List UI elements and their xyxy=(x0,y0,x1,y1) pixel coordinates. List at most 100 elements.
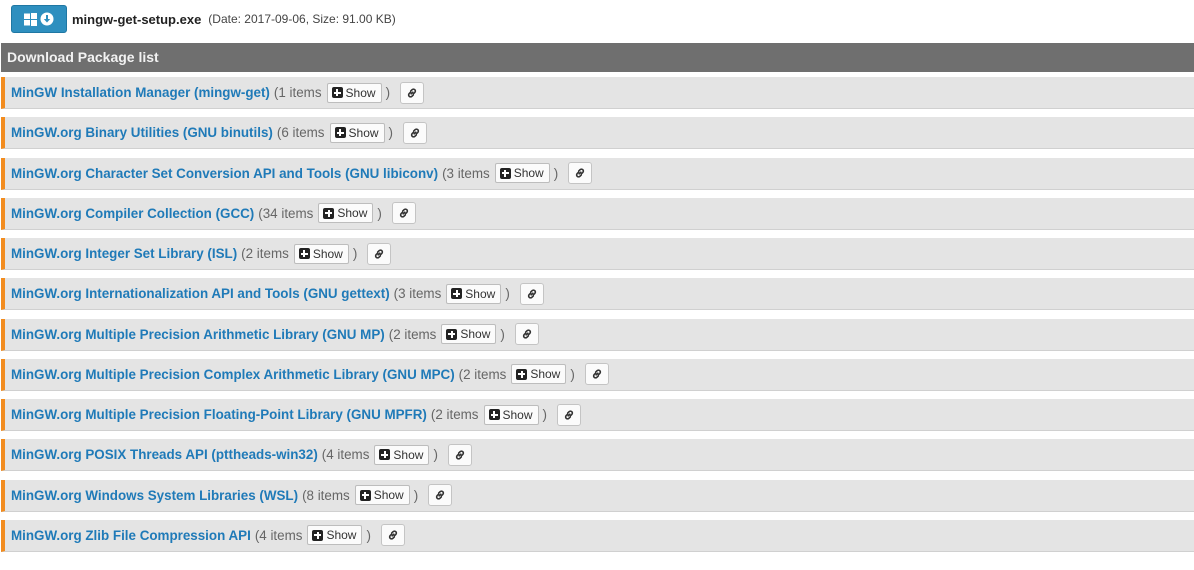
package-row: MinGW.org Integer Set Library (ISL)(2 it… xyxy=(1,238,1194,270)
show-button[interactable]: Show xyxy=(293,243,349,264)
show-label: Show xyxy=(373,488,404,502)
show-button[interactable]: Show xyxy=(318,203,374,224)
close-paren: ) xyxy=(385,85,391,100)
close-paren: ) xyxy=(366,527,371,543)
link-icon xyxy=(406,87,418,99)
show-label: Show xyxy=(513,166,544,180)
close-paren: ) xyxy=(388,125,394,141)
download-button[interactable] xyxy=(11,5,67,33)
close-paren: ) xyxy=(352,246,358,261)
package-list-header: Download Package list xyxy=(1,43,1194,72)
package-link[interactable]: MinGW Installation Manager (mingw-get) xyxy=(11,85,270,100)
close-paren: ) xyxy=(500,326,505,342)
items-count: 4 items xyxy=(326,447,370,463)
show-button[interactable]: Show xyxy=(307,525,363,546)
items-count: 6 items xyxy=(281,125,325,141)
link-icon xyxy=(591,368,603,380)
package-link[interactable]: MinGW.org Multiple Precision Complex Ari… xyxy=(11,367,455,382)
items-count: 3 items xyxy=(446,165,490,181)
link-icon xyxy=(563,409,575,421)
show-button[interactable]: Show xyxy=(446,283,502,304)
show-label: Show xyxy=(502,407,533,422)
package-link[interactable]: MinGW.org Integer Set Library (ISL) xyxy=(11,246,237,261)
package-link[interactable]: MinGW.org Character Set Conversion API a… xyxy=(11,166,438,181)
show-button[interactable]: Show xyxy=(441,324,497,344)
permalink-button[interactable] xyxy=(380,524,405,547)
permalink-button[interactable] xyxy=(400,81,425,104)
show-label: Show xyxy=(337,206,368,221)
items-count: 1 items xyxy=(278,85,322,100)
show-button[interactable]: Show xyxy=(511,364,567,385)
show-button[interactable]: Show xyxy=(354,485,410,505)
link-icon xyxy=(526,288,538,300)
items-count: 3 items xyxy=(398,286,442,302)
package-row: MinGW.org Multiple Precision Complex Ari… xyxy=(1,358,1194,391)
plus-square-icon xyxy=(446,328,458,340)
show-button[interactable]: Show xyxy=(483,404,539,425)
file-meta: (Date: 2017-09-06, Size: 91.00 KB) xyxy=(208,12,396,26)
package-row: MinGW.org Windows System Libraries (WSL)… xyxy=(1,479,1194,512)
plus-square-icon xyxy=(312,529,324,541)
show-button[interactable]: Show xyxy=(326,82,382,103)
permalink-button[interactable] xyxy=(557,403,581,426)
items-count: 4 items xyxy=(259,527,303,543)
show-button[interactable]: Show xyxy=(494,163,550,183)
items-count: 2 items xyxy=(435,407,479,422)
permalink-button[interactable] xyxy=(584,363,609,386)
close-paren: ) xyxy=(413,487,419,503)
link-icon xyxy=(373,248,385,260)
close-paren: ) xyxy=(377,205,382,221)
show-button[interactable]: Show xyxy=(374,444,430,465)
link-icon xyxy=(521,328,533,340)
package-link[interactable]: MinGW.org Compiler Collection (GCC) xyxy=(11,206,254,221)
package-list: MinGW Installation Manager (mingw-get)(1… xyxy=(1,77,1194,560)
plus-square-icon xyxy=(298,248,310,259)
plus-square-icon xyxy=(323,207,335,219)
link-icon xyxy=(387,529,399,541)
package-row: MinGW.org Binary Utilities (GNU binutils… xyxy=(1,117,1194,150)
permalink-button[interactable] xyxy=(391,202,416,225)
package-row: MinGW.org Internationalization API and T… xyxy=(1,278,1194,311)
plus-square-icon xyxy=(331,87,343,98)
show-label: Show xyxy=(345,85,376,100)
items-count: 8 items xyxy=(306,487,350,503)
link-icon xyxy=(454,449,466,461)
plus-square-icon xyxy=(516,368,528,380)
windows-icon xyxy=(24,12,37,26)
file-name: mingw-get-setup.exe xyxy=(72,11,202,27)
package-row: MinGW.org Zlib File Compression API(4 it… xyxy=(1,519,1194,552)
permalink-button[interactable] xyxy=(514,323,539,345)
show-label: Show xyxy=(460,327,491,341)
show-label: Show xyxy=(312,246,343,261)
show-label: Show xyxy=(465,286,496,301)
plus-square-icon xyxy=(499,167,511,179)
package-link[interactable]: MinGW.org Multiple Precision Floating-Po… xyxy=(11,407,427,422)
link-icon xyxy=(409,127,421,139)
close-paren: ) xyxy=(553,165,559,181)
show-label: Show xyxy=(393,447,424,462)
package-link[interactable]: MinGW.org Windows System Libraries (WSL) xyxy=(11,488,298,503)
download-bar: mingw-get-setup.exe (Date: 2017-09-06, S… xyxy=(11,4,396,34)
close-paren: ) xyxy=(542,407,547,422)
download-circle-icon xyxy=(40,12,54,26)
permalink-button[interactable] xyxy=(519,282,544,305)
permalink-button[interactable] xyxy=(403,121,428,144)
show-button[interactable]: Show xyxy=(329,122,385,143)
package-link[interactable]: MinGW.org POSIX Threads API (pttheads-wi… xyxy=(11,447,318,462)
permalink-button[interactable] xyxy=(568,162,593,184)
permalink-button[interactable] xyxy=(447,443,472,466)
plus-square-icon xyxy=(379,449,391,461)
items-count: 34 items xyxy=(262,205,314,221)
package-link[interactable]: MinGW.org Multiple Precision Arithmetic … xyxy=(11,327,385,342)
plus-square-icon xyxy=(488,409,500,420)
show-label: Show xyxy=(348,125,379,140)
show-label: Show xyxy=(326,528,357,543)
permalink-button[interactable] xyxy=(367,242,392,265)
permalink-button[interactable] xyxy=(428,484,453,506)
package-link[interactable]: MinGW.org Internationalization API and T… xyxy=(11,286,390,301)
package-row: MinGW.org Compiler Collection (GCC)(34 i… xyxy=(1,197,1194,230)
link-icon xyxy=(434,489,446,501)
package-link[interactable]: MinGW.org Zlib File Compression API xyxy=(11,528,251,543)
package-link[interactable]: MinGW.org Binary Utilities (GNU binutils… xyxy=(11,125,273,140)
close-paren: ) xyxy=(570,366,575,382)
